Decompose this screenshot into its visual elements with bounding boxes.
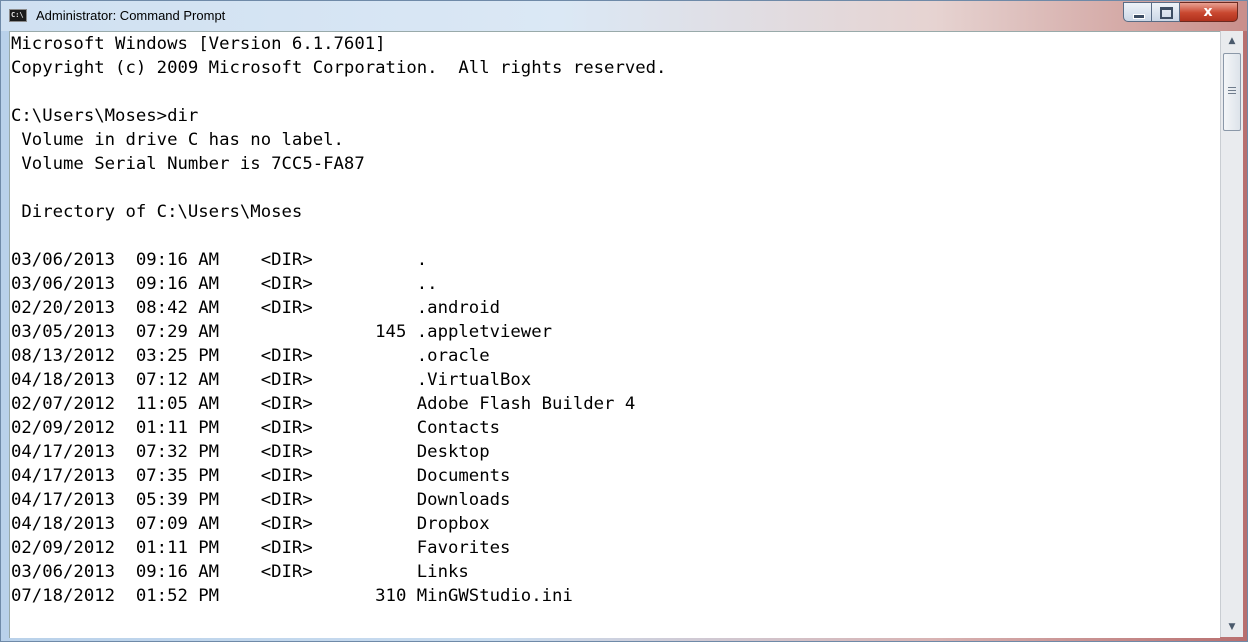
console-line: 04/17/2013 05:39 PM <DIR> Downloads — [11, 490, 511, 510]
close-button[interactable]: x — [1180, 2, 1238, 22]
console-line: C:\Users\Moses>dir — [11, 106, 199, 126]
scroll-down-icon[interactable]: ▼ — [1221, 617, 1243, 637]
console-line: Directory of C:\Users\Moses — [11, 202, 303, 222]
scrollbar-thumb[interactable] — [1223, 53, 1241, 131]
console-line: 03/06/2013 09:16 AM <DIR> Links — [11, 562, 469, 582]
console-line: 02/09/2012 01:11 PM <DIR> Favorites — [11, 538, 511, 558]
console-line: 02/20/2013 08:42 AM <DIR> .android — [11, 298, 500, 318]
close-icon: x — [1203, 4, 1213, 20]
console-line: 04/17/2013 07:32 PM <DIR> Desktop — [11, 442, 490, 462]
command-prompt-window: C:\ Administrator: Command Prompt x Micr… — [0, 0, 1248, 642]
console-output[interactable]: Microsoft Windows [Version 6.1.7601] Copy… — [9, 31, 1220, 638]
console-line: 03/05/2013 07:29 AM 145 .appletviewer — [11, 322, 553, 342]
console-line: 03/06/2013 09:16 AM <DIR> .. — [11, 274, 438, 294]
title-bar[interactable]: C:\ Administrator: Command Prompt x — [1, 1, 1247, 31]
vertical-scrollbar[interactable]: ▲ ▼ — [1220, 31, 1243, 637]
command-prompt-icon[interactable]: C:\ — [9, 9, 27, 22]
minimize-button[interactable] — [1123, 2, 1152, 22]
console-line: Microsoft Windows [Version 6.1.7601] — [11, 34, 386, 54]
console-line: 04/18/2013 07:09 AM <DIR> Dropbox — [11, 514, 490, 534]
console-line: Volume in drive C has no label. — [11, 130, 344, 150]
console-line: 03/06/2013 09:16 AM <DIR> . — [11, 250, 428, 270]
console-line: Copyright (c) 2009 Microsoft Corporation… — [11, 58, 667, 78]
maximize-icon — [1160, 7, 1173, 19]
console-line: Volume Serial Number is 7CC5-FA87 — [11, 154, 365, 174]
maximize-button[interactable] — [1152, 2, 1180, 22]
console-line: 02/09/2012 01:11 PM <DIR> Contacts — [11, 418, 500, 438]
window-title: Administrator: Command Prompt — [36, 8, 226, 23]
console-line: 02/07/2012 11:05 AM <DIR> Adobe Flash Bu… — [11, 394, 636, 414]
console-line: 04/17/2013 07:35 PM <DIR> Documents — [11, 466, 511, 486]
scroll-up-icon[interactable]: ▲ — [1221, 31, 1243, 51]
minimize-icon — [1133, 14, 1145, 19]
console-line: 08/13/2012 03:25 PM <DIR> .oracle — [11, 346, 490, 366]
scrollbar-grip-icon — [1228, 87, 1236, 94]
console-line: 07/18/2012 01:52 PM 310 MinGWStudio.ini — [11, 586, 573, 606]
console-line: 04/18/2013 07:12 AM <DIR> .VirtualBox — [11, 370, 532, 390]
